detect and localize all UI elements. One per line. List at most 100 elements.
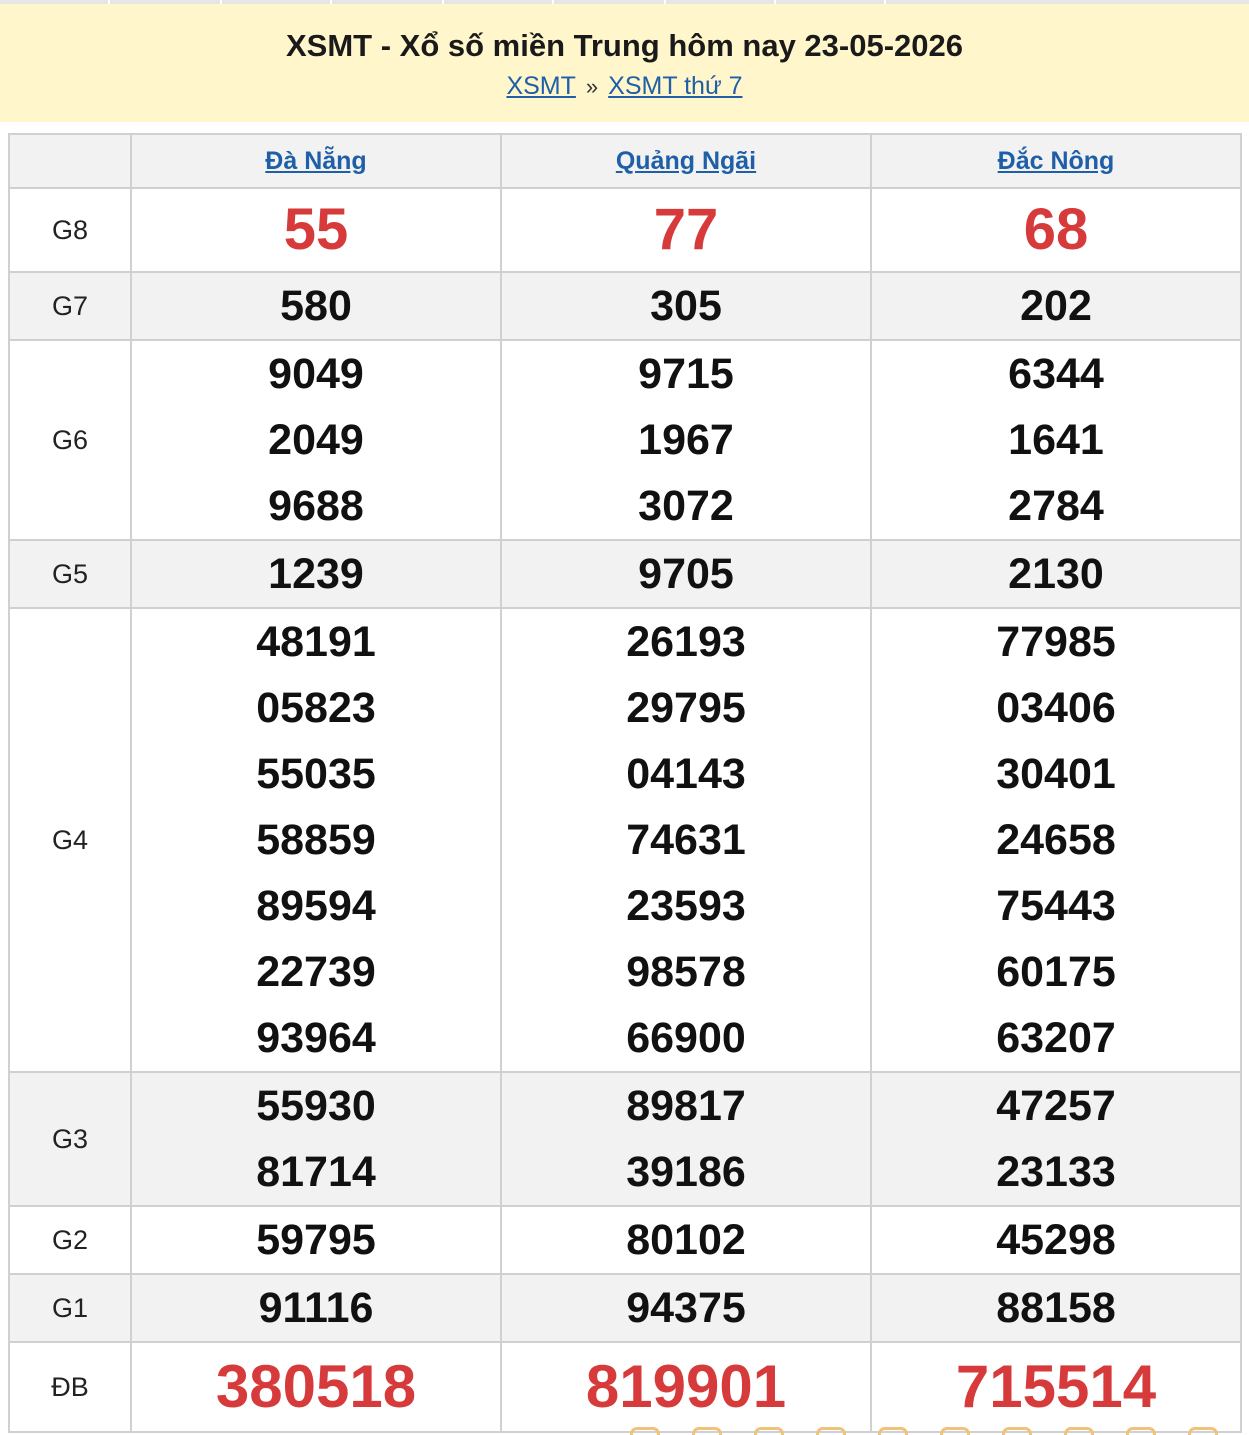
header-corner-cell: [8, 133, 132, 189]
prize-cell: 77: [500, 187, 872, 273]
breadcrumb-link-xsmt-saturday[interactable]: XSMT thứ 7: [608, 72, 742, 100]
prize-row: G4 48191 05823 55035 58859 89594 22739 93964 261…: [8, 607, 1242, 1073]
decorative-dot: [878, 1427, 908, 1435]
prize-number: 6344: [1008, 350, 1104, 398]
prize-number: 580: [280, 282, 352, 330]
prize-label: ĐB: [8, 1341, 132, 1433]
prize-number: 380518: [215, 1353, 417, 1420]
prize-label: G3: [8, 1071, 132, 1207]
prize-cell: 89817 39186: [500, 1071, 872, 1207]
province-link-quang-ngai[interactable]: Quảng Ngãi: [616, 147, 756, 175]
prize-number: 74631: [626, 816, 746, 864]
prize-number: 24658: [996, 816, 1116, 864]
prize-label: G4: [8, 607, 132, 1073]
prize-number: 03406: [996, 684, 1116, 732]
prize-number: 59795: [256, 1216, 376, 1264]
breadcrumb-separator: »: [585, 74, 599, 99]
prize-number: 55: [283, 197, 349, 262]
prize-number: 1239: [268, 550, 364, 598]
decorative-dot: [816, 1427, 846, 1435]
prize-number: 05823: [256, 684, 376, 732]
province-link-dac-nong[interactable]: Đắc Nông: [998, 147, 1115, 175]
prize-number: 47257: [996, 1082, 1116, 1130]
prize-label: G8: [8, 187, 132, 273]
prize-row: G2 59795 80102 45298: [8, 1205, 1242, 1275]
prize-cell: 80102: [500, 1205, 872, 1275]
prize-number: 60175: [996, 948, 1116, 996]
prize-cell: 88158: [870, 1273, 1242, 1343]
decorative-dot: [940, 1427, 970, 1435]
province-link-da-nang[interactable]: Đà Nẵng: [265, 147, 366, 175]
prize-cell: 45298: [870, 1205, 1242, 1275]
prize-cell: 380518: [130, 1341, 502, 1433]
prize-cell: 6344 1641 2784: [870, 339, 1242, 541]
decorative-dot: [754, 1427, 784, 1435]
prize-number: 58859: [256, 816, 376, 864]
prize-number: 3072: [638, 482, 734, 530]
prize-number: 48191: [256, 618, 376, 666]
prize-number: 9715: [638, 350, 734, 398]
prize-number: 1641: [1008, 416, 1104, 464]
prize-cell: 26193 29795 04143 74631 23593 98578 66900: [500, 607, 872, 1073]
prize-cell: 68: [870, 187, 1242, 273]
prize-number: 715514: [955, 1353, 1157, 1420]
prize-cell: 2130: [870, 539, 1242, 609]
prize-number: 819901: [585, 1353, 787, 1420]
page-title: XSMT - Xổ số miền Trung hôm nay 23-05-20…: [285, 28, 963, 63]
prize-cell: 59795: [130, 1205, 502, 1275]
prize-number: 89594: [256, 882, 376, 930]
prize-number: 305: [650, 282, 722, 330]
prize-number: 63207: [996, 1014, 1116, 1062]
header-province: Quảng Ngãi: [500, 133, 872, 189]
prize-number: 89817: [626, 1082, 746, 1130]
prize-cell: 9705: [500, 539, 872, 609]
prize-number: 9049: [268, 350, 364, 398]
prize-cell: 715514: [870, 1341, 1242, 1433]
prize-number: 23133: [996, 1148, 1116, 1196]
prize-number: 94375: [626, 1284, 746, 1332]
prize-number: 9705: [638, 550, 734, 598]
prize-rows: G8 55 77 68 G7 580 305 202 G6 9049 2049 9688 9715 196…: [8, 187, 1242, 1433]
prize-number: 2049: [268, 416, 364, 464]
prize-label: G6: [8, 339, 132, 541]
prize-cell: 48191 05823 55035 58859 89594 22739 93964: [130, 607, 502, 1073]
prize-row: G1 91116 94375 88158: [8, 1273, 1242, 1343]
prize-number: 2784: [1008, 482, 1104, 530]
prize-number: 93964: [256, 1014, 376, 1062]
prize-number: 66900: [626, 1014, 746, 1062]
decorative-dot: [1188, 1427, 1218, 1435]
prize-number: 55930: [256, 1082, 376, 1130]
breadcrumb: XSMT » XSMT thứ 7: [0, 72, 1249, 101]
prize-row: G7 580 305 202: [8, 271, 1242, 341]
decorative-dot: [692, 1427, 722, 1435]
prize-number: 98578: [626, 948, 746, 996]
decorative-dot: [630, 1427, 660, 1435]
breadcrumb-link-xsmt[interactable]: XSMT: [506, 72, 575, 100]
prize-cell: 77985 03406 30401 24658 75443 60175 63207: [870, 607, 1242, 1073]
prize-cell: 47257 23133: [870, 1071, 1242, 1207]
header-province: Đà Nẵng: [130, 133, 502, 189]
prize-number: 68: [1023, 197, 1089, 262]
prize-label: G2: [8, 1205, 132, 1275]
prize-cell: 9715 1967 3072: [500, 339, 872, 541]
prize-number: 26193: [626, 618, 746, 666]
decorative-footer-dots: [600, 1427, 1249, 1435]
header-province: Đắc Nông: [870, 133, 1242, 189]
prize-number: 77985: [996, 618, 1116, 666]
prize-number: 23593: [626, 882, 746, 930]
prize-number: 22739: [256, 948, 376, 996]
prize-cell: 305: [500, 271, 872, 341]
table-header-row: Đà Nẵng Quảng Ngãi Đắc Nông: [8, 133, 1242, 189]
prize-row: ĐB 380518 819901 715514: [8, 1341, 1242, 1433]
prize-number: 1967: [638, 416, 734, 464]
prize-label: G7: [8, 271, 132, 341]
prize-number: 45298: [996, 1216, 1116, 1264]
prize-number: 77: [653, 197, 719, 262]
prize-cell: 580: [130, 271, 502, 341]
prize-number: 39186: [626, 1148, 746, 1196]
prize-row: G6 9049 2049 9688 9715 1967 3072 6344 1641 2784: [8, 339, 1242, 541]
decorative-dot: [1002, 1427, 1032, 1435]
prize-label: G5: [8, 539, 132, 609]
prize-cell: 202: [870, 271, 1242, 341]
prize-row: G8 55 77 68: [8, 187, 1242, 273]
